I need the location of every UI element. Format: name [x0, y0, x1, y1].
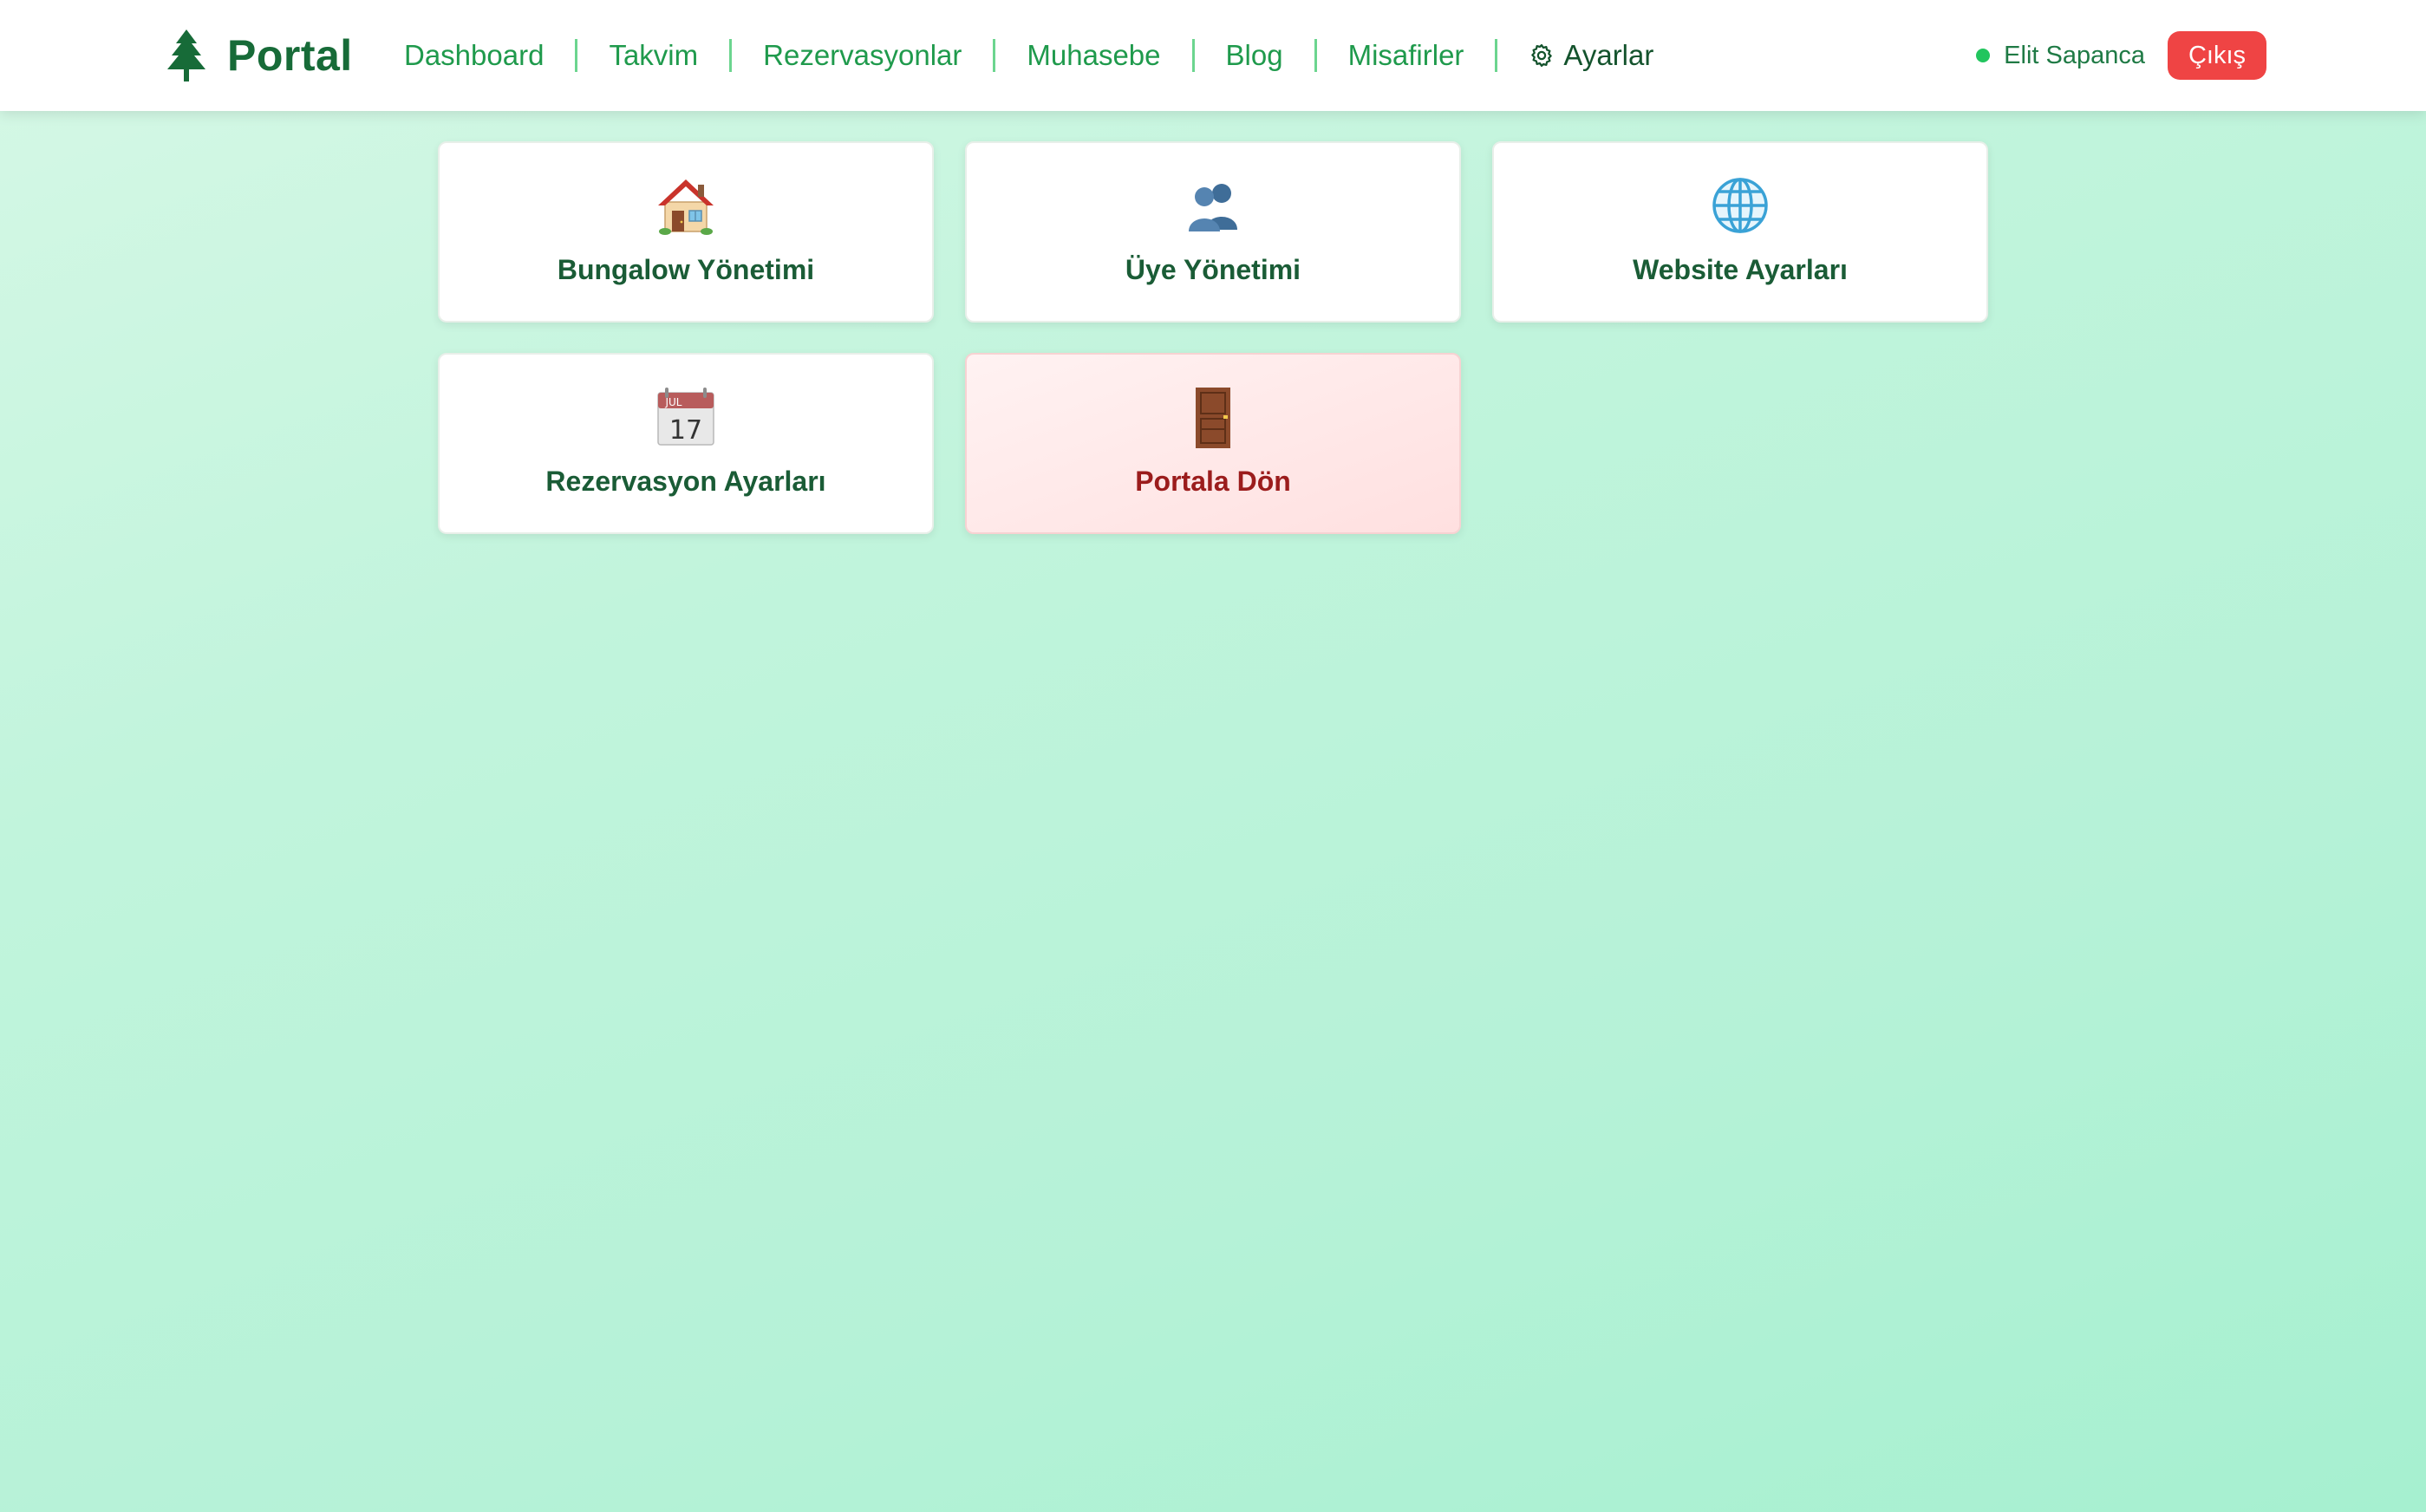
- house-icon: [658, 179, 714, 235]
- nav-divider: [1191, 39, 1195, 72]
- card-label: Website Ayarları: [1633, 254, 1848, 285]
- nav-divider: [993, 39, 996, 72]
- main-nav: Dashboard Takvim Rezervasyonlar Muhasebe…: [404, 0, 1653, 111]
- nav-rezervasyonlar[interactable]: Rezervasyonlar: [763, 39, 962, 72]
- brand-name: Portal: [227, 31, 353, 80]
- nav-dashboard[interactable]: Dashboard: [404, 39, 544, 72]
- nav-divider: [575, 39, 578, 72]
- card-uye-yonetimi[interactable]: Üye Yönetimi: [965, 141, 1461, 323]
- card-bungalow-yonetimi[interactable]: Bungalow Yönetimi: [438, 141, 934, 323]
- card-label: Bungalow Yönetimi: [557, 254, 815, 285]
- user-name: Elit Sapanca: [2004, 41, 2145, 69]
- card-label: Rezervasyon Ayarları: [545, 466, 826, 497]
- card-website-ayarlari[interactable]: Website Ayarları: [1492, 141, 1988, 323]
- online-status-dot: [1976, 49, 1991, 62]
- brand[interactable]: Portal: [166, 0, 353, 111]
- card-rezervasyon-ayarlari[interactable]: JUL 17 Rezervasyon Ayarları: [438, 353, 934, 534]
- nav-divider: [1495, 39, 1498, 72]
- card-portala-don[interactable]: Portala Dön: [965, 353, 1461, 534]
- calendar-month-text: JUL: [664, 396, 681, 408]
- pine-tree-icon: [167, 29, 205, 81]
- nav-muhasebe[interactable]: Muhasebe: [1027, 39, 1160, 72]
- user-area: Elit Sapanca Çıkış: [1976, 0, 2266, 111]
- top-navbar: Portal Dashboard Takvim Rezervasyonlar M…: [0, 0, 2426, 111]
- users-icon: [1189, 184, 1237, 231]
- nav-ayarlar-label: Ayarlar: [1563, 39, 1654, 71]
- globe-icon: [1712, 178, 1768, 233]
- nav-divider: [1314, 39, 1317, 72]
- nav-takvim[interactable]: Takvim: [609, 39, 698, 72]
- card-label: Portala Dön: [1135, 466, 1291, 497]
- nav-ayarlar[interactable]: Ayarlar: [1529, 39, 1653, 72]
- calendar-day-text: 17: [669, 415, 702, 446]
- gear-icon: [1531, 44, 1553, 67]
- nav-blog[interactable]: Blog: [1226, 39, 1283, 72]
- nav-misafirler[interactable]: Misafirler: [1348, 39, 1464, 72]
- calendar-icon: JUL 17: [657, 388, 714, 446]
- nav-divider: [729, 39, 733, 72]
- door-icon: [1196, 388, 1230, 448]
- card-label: Üye Yönetimi: [1125, 254, 1301, 285]
- logout-button[interactable]: Çıkış: [2168, 31, 2266, 80]
